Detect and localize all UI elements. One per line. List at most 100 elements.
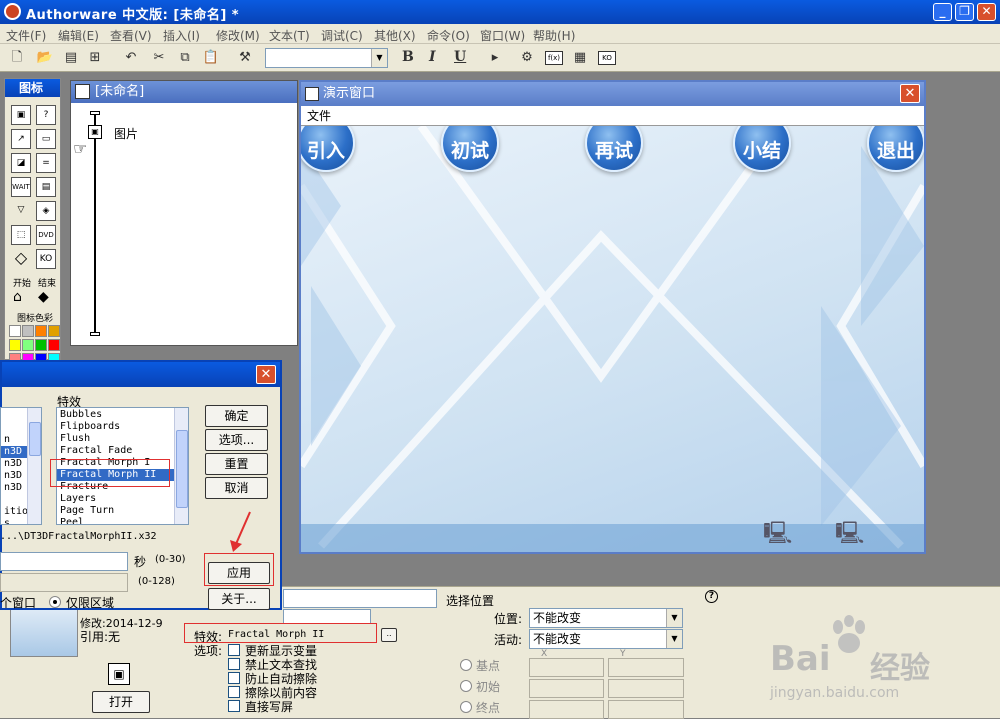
knowledge-objects-button[interactable]: KO — [598, 51, 616, 65]
open-file-icon[interactable]: 📂 — [36, 49, 54, 67]
navigate-icon[interactable]: ▭ — [36, 129, 56, 149]
menu-view[interactable]: 查看(V) — [110, 27, 152, 44]
end-point-radio[interactable] — [460, 701, 472, 713]
end-x-field[interactable] — [529, 700, 604, 719]
erase-icon[interactable]: ◪ — [11, 153, 31, 173]
initial-point-radio[interactable] — [460, 680, 472, 692]
category-scrollbar[interactable] — [27, 408, 41, 524]
prevent-auto-erase-checkbox[interactable] — [228, 672, 240, 684]
region-radio[interactable] — [49, 596, 61, 608]
end-y-field[interactable] — [608, 700, 684, 719]
color-swatch[interactable] — [9, 325, 21, 337]
minimize-button[interactable]: _ — [933, 3, 952, 21]
disable-text-search-checkbox[interactable] — [228, 658, 240, 670]
menu-window[interactable]: 窗口(W) — [480, 27, 525, 44]
color-swatch[interactable] — [35, 339, 47, 351]
effect-item[interactable]: Flush — [57, 433, 188, 445]
ok-button[interactable]: 确定 — [205, 405, 268, 427]
movie-icon[interactable]: ▤ — [36, 177, 56, 197]
menu-other[interactable]: 其他(X) — [374, 27, 416, 44]
effect-browse-button[interactable]: .. — [381, 628, 397, 642]
help-icon[interactable]: ? — [705, 590, 718, 603]
close-icon[interactable]: ✕ — [900, 84, 920, 103]
save-all-icon[interactable]: ▤ — [62, 49, 80, 67]
cut-icon[interactable]: ✂ — [150, 49, 168, 67]
effect-item[interactable]: Fractal Fade — [57, 445, 188, 457]
color-swatch[interactable] — [48, 339, 60, 351]
underline-button[interactable]: U — [454, 49, 466, 65]
base-x-field[interactable] — [529, 658, 604, 677]
effect-item[interactable]: Page Turn — [57, 505, 188, 517]
about-button[interactable]: 关于... — [208, 588, 270, 610]
motion-icon[interactable]: ↗ — [11, 129, 31, 149]
reset-button[interactable]: 重置 — [205, 453, 268, 475]
find-icon[interactable]: ⚒ — [236, 49, 254, 67]
knowledge-object-icon[interactable]: KO — [36, 249, 56, 269]
cancel-button[interactable]: 取消 — [205, 477, 268, 499]
calculation-icon[interactable]: = — [36, 153, 56, 173]
start-flag-icon[interactable]: ⌂ — [13, 289, 22, 305]
initial-y-field[interactable] — [608, 679, 684, 698]
erase-previous-checkbox[interactable] — [228, 686, 240, 698]
menu-edit[interactable]: 编辑(E) — [58, 27, 99, 44]
menu-file[interactable]: 文件(F) — [6, 27, 46, 44]
apply-button[interactable]: 应用 — [208, 562, 270, 584]
color-swatch[interactable] — [35, 325, 47, 337]
color-swatch[interactable] — [9, 339, 21, 351]
title-field[interactable] — [283, 589, 437, 608]
display-icon[interactable]: ▣ — [11, 105, 31, 125]
color-swatch[interactable] — [22, 339, 34, 351]
close-button[interactable]: ✕ — [977, 3, 996, 21]
paste-icon[interactable]: 📋 — [202, 49, 220, 67]
undo-icon[interactable]: ↶ — [122, 49, 140, 67]
category-list[interactable]: n n3D n3D : n3D : n3D : itio s — [0, 407, 42, 525]
flow-icon-label[interactable]: 图片 — [114, 125, 138, 142]
menu-modify[interactable]: 修改(M) — [216, 27, 260, 44]
close-icon[interactable]: ✕ — [256, 365, 276, 384]
copy-icon[interactable]: ⧉ — [176, 49, 194, 67]
computer-icon[interactable]: 🖳 — [763, 516, 792, 552]
effects-scrollbar[interactable] — [174, 408, 188, 524]
menu-help[interactable]: 帮助(H) — [533, 27, 575, 44]
effect-item[interactable]: Layers — [57, 493, 188, 505]
color-swatch[interactable] — [48, 325, 60, 337]
base-point-radio[interactable] — [460, 659, 472, 671]
options-button[interactable]: 选项... — [205, 429, 268, 451]
variables-icon[interactable]: ▦ — [571, 49, 589, 67]
italic-button[interactable]: I — [429, 49, 436, 65]
direct-to-screen-checkbox[interactable] — [228, 700, 240, 712]
run-icon[interactable]: ▸ — [486, 49, 504, 67]
menu-command[interactable]: 命令(O) — [427, 27, 470, 44]
functions-button[interactable]: f(x) — [545, 51, 563, 65]
smoothness-input[interactable] — [0, 573, 128, 592]
base-y-field[interactable] — [608, 658, 684, 677]
effect-item[interactable]: Flipboards — [57, 421, 188, 433]
field-strip[interactable] — [283, 609, 371, 624]
framework-icon[interactable]: ⬚ — [11, 225, 31, 245]
update-variables-checkbox[interactable] — [228, 644, 240, 656]
presentation-menu-file[interactable]: 文件 — [301, 106, 924, 126]
computers-icon[interactable]: 🖳 — [835, 516, 864, 552]
dvd-icon[interactable]: DVD — [36, 225, 56, 245]
display-icon[interactable]: ▣ — [88, 125, 102, 139]
menu-debug[interactable]: 调试(C) — [321, 27, 363, 44]
end-flag-icon[interactable]: ◆ — [38, 289, 49, 305]
menu-text[interactable]: 文本(T) — [269, 27, 310, 44]
map-icon[interactable]: ◇ — [11, 249, 31, 269]
import-icon[interactable]: ⊞ — [86, 49, 104, 67]
bold-button[interactable]: B — [402, 49, 414, 65]
text-style-select[interactable]: ▼ — [265, 48, 388, 68]
effect-item[interactable]: Peel — [57, 517, 188, 524]
wait-icon[interactable]: WAIT — [11, 177, 31, 197]
interaction-icon[interactable]: ▽ — [11, 201, 31, 221]
decision-icon[interactable]: ? — [36, 105, 56, 125]
active-select[interactable]: 不能改变 ▼ — [529, 629, 683, 649]
menu-insert[interactable]: 插入(I) — [163, 27, 200, 44]
sound-icon[interactable]: ◈ — [36, 201, 56, 221]
control-panel-icon[interactable]: ⚙ — [518, 49, 536, 67]
initial-x-field[interactable] — [529, 679, 604, 698]
position-select[interactable]: 不能改变 ▼ — [529, 608, 683, 628]
new-file-icon[interactable]: 🗋 — [8, 49, 26, 67]
restore-button[interactable]: ❐ — [955, 3, 974, 21]
open-button[interactable]: 打开 — [92, 691, 150, 713]
